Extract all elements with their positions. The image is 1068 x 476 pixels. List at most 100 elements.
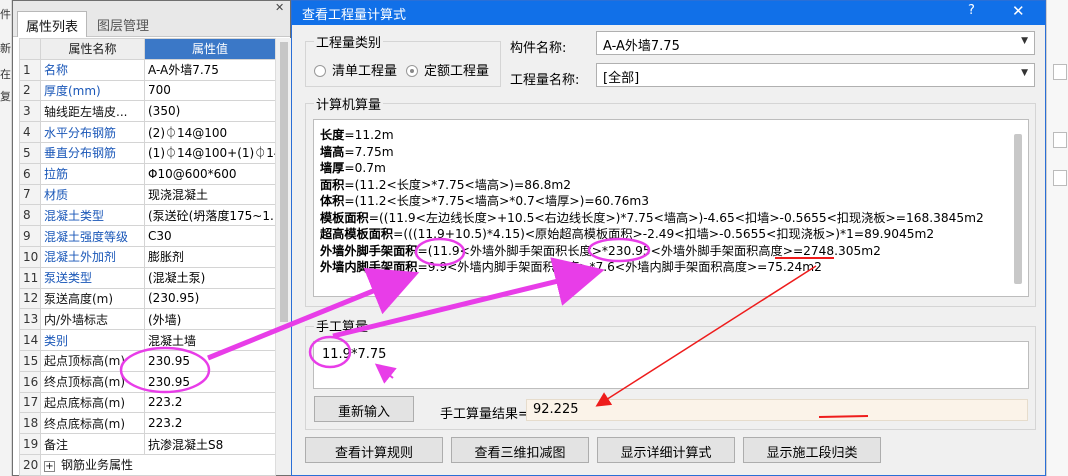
table-row[interactable]: 18 终点底标高(m) 223.2 <box>19 412 276 435</box>
table-row[interactable]: 19 备注 抗渗混凝土S8 <box>19 433 276 455</box>
calc-line-formula: =9.9<外墙内脚手架面积长度>*7.6<外墙内脚手架面积高度>=75.24m2 <box>417 260 822 274</box>
property-tabs: 属性列表 图层管理 ✕ <box>13 1 290 37</box>
property-name: 水平分布钢筋 <box>40 121 145 143</box>
dialog-titlebar[interactable]: 查看工程量计算式 ? ✕ <box>292 1 1045 25</box>
table-row[interactable]: 11 泵送类型 (混凝土泵) <box>19 266 276 289</box>
close-icon[interactable]: ✕ <box>1012 2 1025 20</box>
show-construction-section-button[interactable]: 显示施工段归类 <box>743 437 881 463</box>
component-name-label: 构件名称: <box>510 41 567 56</box>
row-number: 3 <box>19 100 41 123</box>
calc-line-formula: =0.7m <box>344 161 386 175</box>
show-detailed-formula-button[interactable]: 显示详细计算式 <box>597 437 735 463</box>
property-scrollbar[interactable] <box>275 38 291 475</box>
background-control <box>1053 64 1067 80</box>
quantity-category-label: 工程量类别 <box>314 32 384 51</box>
property-name: 类别 <box>40 329 145 351</box>
table-row[interactable]: 6 拉筋 Φ10@600*600 <box>19 162 276 185</box>
property-value[interactable]: C30 <box>144 225 276 247</box>
calc-line-formula: =((11.9<左边线长度>+10.5<右边线长度>)*7.75<墙高>)-4.… <box>368 210 984 225</box>
table-row[interactable]: 12 泵送高度(m) (230.95) <box>19 287 276 310</box>
table-row[interactable]: 8 混凝土类型 (泵送砼(坍落度175~1... <box>19 204 276 227</box>
property-value[interactable]: 膨胀剂 <box>144 245 276 268</box>
table-row[interactable]: 3 轴线距左墙皮... (350) <box>19 100 276 123</box>
help-icon[interactable]: ? <box>968 3 975 18</box>
scrollbar-thumb[interactable] <box>280 42 288 322</box>
property-name: 混凝土强度等级 <box>40 225 145 247</box>
property-name: 拉筋 <box>40 162 145 185</box>
computer-calc-textbox[interactable]: 长度=11.2m 墙高=7.75m 墙厚=0.7m 面积=(11.2<长度>*7.75… <box>313 119 1029 297</box>
calc-line-formula: =11.2m <box>344 128 394 142</box>
table-row[interactable]: 5垂直分布钢筋(1)⏀14@100+(1)⏀14@ <box>19 141 276 164</box>
property-value[interactable]: 230.95 <box>144 349 276 372</box>
calc-line: 外墙外脚手架面积=(11.9<外墙外脚手架面积长度>*230.95<外墙外脚手架… <box>320 241 1028 258</box>
table-row[interactable]: 13 内/外墙标志 (外墙) <box>19 308 276 331</box>
property-value[interactable]: A-A外墙7.75 <box>144 58 276 81</box>
table-row[interactable]: 2 厚度(mm) 700 <box>19 79 276 102</box>
property-name: 备注 <box>40 433 145 455</box>
reenter-button[interactable]: 重新输入 <box>314 396 414 422</box>
property-value[interactable]: (外墙) <box>144 308 276 331</box>
row-number: 15 <box>19 349 41 372</box>
property-value[interactable]: Φ10@600*600 <box>144 162 276 185</box>
tab-layer-management[interactable]: 图层管理 <box>89 11 157 37</box>
expand-icon[interactable]: + <box>44 461 55 473</box>
property-value[interactable]: 混凝土墙 <box>144 329 276 351</box>
chevron-down-icon: ▼ <box>1021 36 1028 46</box>
property-value[interactable]: (230.95) <box>144 287 276 310</box>
property-value[interactable]: 700 <box>144 79 276 102</box>
view-3d-deduction-button[interactable]: 查看三维扣减图 <box>451 437 589 463</box>
table-row[interactable]: 4 水平分布钢筋 (2)⏀14@100 <box>19 121 276 143</box>
quantity-name-select[interactable]: [全部] ▼ <box>596 63 1035 87</box>
property-name: 泵送高度(m) <box>40 287 145 310</box>
view-calc-rules-button[interactable]: 查看计算规则 <box>305 437 443 463</box>
manual-expression-input[interactable]: 11.9*7.75 <box>313 341 1029 389</box>
property-value[interactable]: (350) <box>144 100 276 123</box>
property-value[interactable]: (1)⏀14@100+(1)⏀14@ <box>144 141 276 164</box>
table-row[interactable]: 10 混凝土外加剂 膨胀剂 <box>19 245 276 268</box>
manual-result-value: 92.225 <box>533 402 579 417</box>
background-text: 件 <box>0 8 11 21</box>
property-value[interactable]: (2)⏀14@100 <box>144 121 276 143</box>
manual-result-label: 手工算量结果= <box>440 407 529 422</box>
table-row[interactable]: 14 类别 混凝土墙 <box>19 329 276 351</box>
table-row[interactable]: 1 名称 A-A外墙7.75 <box>19 58 276 81</box>
column-header-name[interactable]: 属性名称 <box>40 38 145 60</box>
radio-selected-icon <box>406 65 418 77</box>
column-header-index <box>19 38 41 60</box>
property-name: + 钢筋业务属性 <box>40 453 276 476</box>
row-number: 9 <box>19 225 41 247</box>
row-number: 10 <box>19 245 41 268</box>
background-app-right-edge <box>1046 0 1068 476</box>
table-row[interactable]: 9 混凝土强度等级 C30 <box>19 225 276 247</box>
table-row[interactable]: 15 起点顶标高(m) 230.95 <box>19 349 276 372</box>
quantity-name-value: [全部] <box>603 71 640 86</box>
table-row[interactable]: 17 起点底标高(m) 223.2 <box>19 391 276 414</box>
background-app-left-edge: 件 新 在 复 <box>0 0 12 476</box>
radio-bill-quantity[interactable]: 清单工程量 <box>314 60 397 79</box>
property-value[interactable]: (混凝土泵) <box>144 266 276 289</box>
table-row[interactable]: 7 材质 现浇混凝土 <box>19 183 276 206</box>
chevron-down-icon: ▼ <box>1021 68 1028 78</box>
table-row[interactable]: 20 + 钢筋业务属性 <box>19 453 276 476</box>
pin-icon[interactable]: ✕ <box>275 1 284 14</box>
calc-line-label: 超高模板面积 <box>320 227 394 241</box>
table-row[interactable]: 16 终点顶标高(m) 230.95 <box>19 370 276 393</box>
tab-property-list[interactable]: 属性列表 <box>17 11 88 37</box>
property-value[interactable]: (泵送砼(坍落度175~1... <box>144 204 276 227</box>
calc-line: 模板面积=((11.9<左边线长度>+10.5<右边线长度>)*7.75<墙高>… <box>320 208 1028 225</box>
property-value[interactable]: 230.95 <box>144 370 276 393</box>
radio-label: 定额工程量 <box>424 64 490 79</box>
property-value[interactable]: 223.2 <box>144 391 276 414</box>
background-text: 在 <box>0 68 11 81</box>
property-value[interactable]: 现浇混凝土 <box>144 183 276 206</box>
component-name-value: A-A外墙7.75 <box>603 39 680 54</box>
radio-quota-quantity[interactable]: 定额工程量 <box>406 60 489 79</box>
calc-line-label: 面积 <box>320 177 345 192</box>
component-name-select[interactable]: A-A外墙7.75 ▼ <box>596 31 1035 55</box>
calc-scrollbar[interactable] <box>1014 134 1022 284</box>
property-value[interactable]: 抗渗混凝土S8 <box>144 433 276 455</box>
property-value[interactable]: 223.2 <box>144 412 276 435</box>
column-header-value[interactable]: 属性值 <box>144 38 276 60</box>
row-number: 18 <box>19 412 41 435</box>
property-name: 内/外墙标志 <box>40 308 145 331</box>
